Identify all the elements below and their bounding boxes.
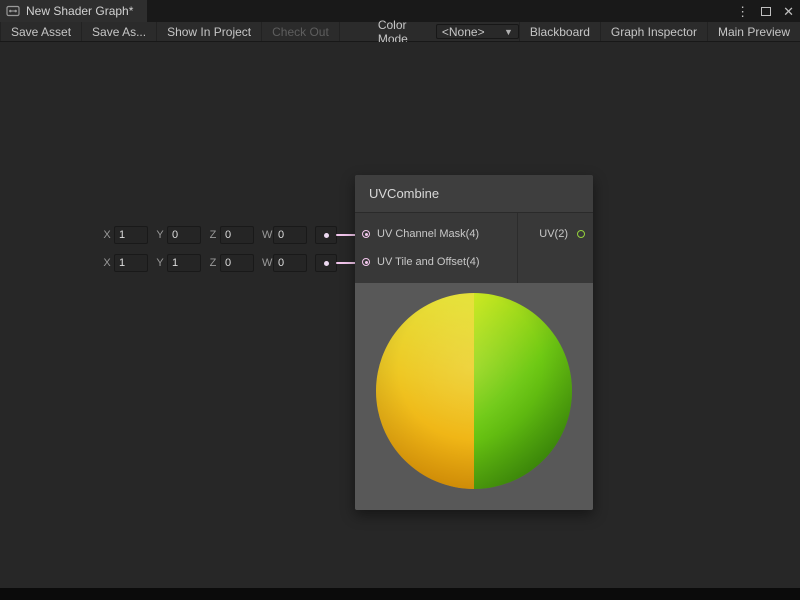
chevron-down-icon: ▼ — [504, 27, 513, 37]
y-label: Y — [156, 229, 164, 241]
x-label: X — [103, 257, 111, 269]
input-port-row: UV Channel Mask(4) — [355, 220, 517, 248]
port-dot-icon — [324, 261, 329, 266]
node-preview — [355, 283, 593, 510]
input-port-label: UV Channel Mask(4) — [377, 228, 479, 240]
y-field[interactable] — [167, 254, 201, 272]
node-header[interactable]: UVCombine — [355, 175, 593, 213]
check-out-button: Check Out — [262, 22, 340, 41]
tab-new-shader-graph[interactable]: New Shader Graph* — [0, 0, 147, 22]
x-field[interactable] — [114, 254, 148, 272]
input-port-label: UV Tile and Offset(4) — [377, 256, 480, 268]
input-port-row: UV Tile and Offset(4) — [355, 248, 517, 276]
bottom-strip — [0, 588, 800, 600]
close-icon[interactable]: ✕ — [783, 5, 794, 18]
vector-connector-port[interactable] — [315, 254, 337, 272]
node-ports: UV Channel Mask(4) UV Tile and Offset(4)… — [355, 213, 593, 283]
blackboard-button[interactable]: Blackboard — [519, 22, 600, 41]
main-preview-button[interactable]: Main Preview — [707, 22, 800, 41]
node-inputs: UV Channel Mask(4) UV Tile and Offset(4) — [355, 213, 517, 283]
w-label: W — [262, 257, 270, 269]
kebab-menu-icon[interactable]: ⋮ — [736, 5, 749, 18]
output-port-label: UV(2) — [539, 228, 568, 240]
output-port-icon[interactable] — [577, 230, 585, 238]
w-field[interactable] — [273, 254, 307, 272]
z-label: Z — [209, 229, 217, 241]
graph-canvas[interactable]: X Y Z W X Y Z — [0, 42, 800, 588]
y-field[interactable] — [167, 226, 201, 244]
window-controls: ⋮ ✕ — [736, 0, 794, 22]
save-as-button[interactable]: Save As... — [82, 22, 157, 41]
show-in-project-button[interactable]: Show In Project — [157, 22, 262, 41]
color-mode-value: <None> — [442, 25, 485, 39]
y-label: Y — [156, 257, 164, 269]
maximize-icon[interactable] — [761, 7, 771, 16]
color-mode-label: Color Mode — [370, 22, 436, 41]
node-title: UVCombine — [369, 186, 439, 201]
vector4-input-row-1: X Y Z W — [103, 226, 337, 244]
node-outputs: UV(2) — [517, 213, 593, 283]
preview-sphere — [376, 293, 572, 489]
graph-inspector-button[interactable]: Graph Inspector — [600, 22, 707, 41]
color-mode-dropdown[interactable]: <None> ▼ — [436, 24, 519, 39]
toolbar: Save Asset Save As... Show In Project Ch… — [0, 22, 800, 42]
toolbar-right-group: Blackboard Graph Inspector Main Preview — [519, 22, 800, 41]
x-label: X — [103, 229, 111, 241]
sphere-shading — [376, 293, 572, 489]
output-port-row: UV(2) — [518, 220, 593, 248]
z-label: Z — [209, 257, 217, 269]
node-uvcombine[interactable]: UVCombine UV Channel Mask(4) UV Tile and… — [355, 175, 593, 510]
w-label: W — [262, 229, 270, 241]
vector-connector-port[interactable] — [315, 226, 337, 244]
vector4-input-row-2: X Y Z W — [103, 254, 337, 272]
tab-title: New Shader Graph* — [26, 4, 133, 18]
input-port-icon[interactable] — [362, 258, 370, 266]
shader-graph-icon — [6, 4, 20, 18]
z-field[interactable] — [220, 254, 254, 272]
w-field[interactable] — [273, 226, 307, 244]
save-asset-button[interactable]: Save Asset — [0, 22, 82, 41]
input-port-icon[interactable] — [362, 230, 370, 238]
x-field[interactable] — [114, 226, 148, 244]
port-dot-icon — [324, 233, 329, 238]
z-field[interactable] — [220, 226, 254, 244]
